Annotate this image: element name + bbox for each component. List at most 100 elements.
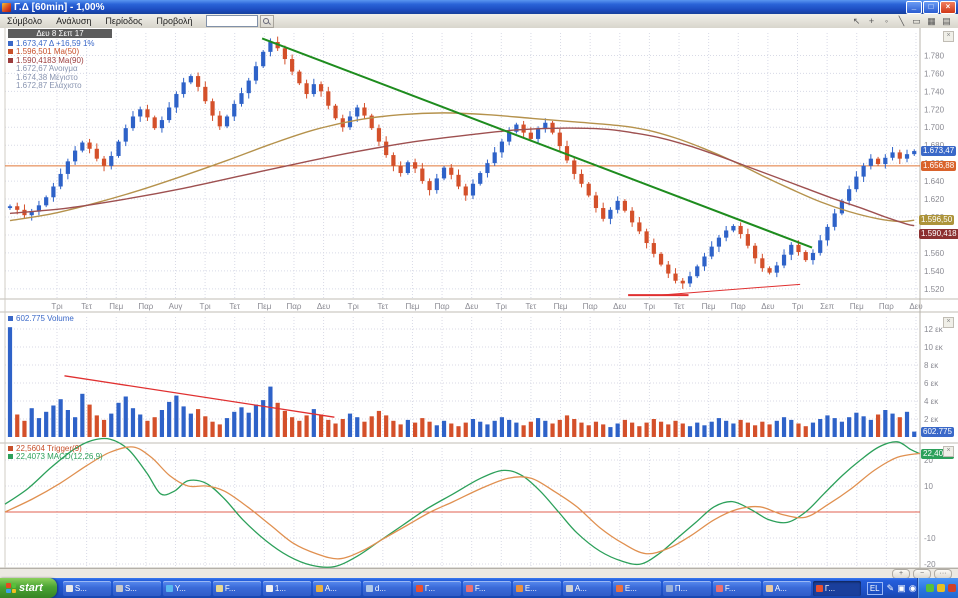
svg-text:Τρι: Τρι xyxy=(348,302,359,311)
task-icon xyxy=(666,585,673,592)
svg-text:Παρ: Παρ xyxy=(583,302,598,311)
task-icon xyxy=(716,585,723,592)
window-title: Γ.Δ [60min] - 1,00% xyxy=(14,2,104,13)
volume-badge: 602.775 xyxy=(921,427,954,437)
monitor-icon[interactable]: ▣ xyxy=(897,583,906,594)
svg-text:Πεμ: Πεμ xyxy=(850,302,864,311)
zoom-tool-icon[interactable]: ◦ xyxy=(881,16,892,27)
task-icon xyxy=(416,585,423,592)
task-icon xyxy=(216,585,223,592)
svg-text:1.640: 1.640 xyxy=(924,177,945,186)
tray-icon-2[interactable] xyxy=(948,584,956,592)
taskbar-button[interactable]: A... xyxy=(563,581,611,596)
task-icon xyxy=(516,585,523,592)
legend-row: 1.672,67 Άνοιγμα xyxy=(8,65,95,74)
app-icon xyxy=(2,3,11,12)
trendline-downtrend[interactable] xyxy=(262,38,812,247)
macd-panel-close-icon[interactable]: × xyxy=(943,446,954,457)
title-bar: Γ.Δ [60min] - 1,00% _ □ × xyxy=(0,0,958,14)
indicator-tool-icon[interactable]: ▭ xyxy=(911,16,922,27)
taskbar-button[interactable]: A... xyxy=(313,581,361,596)
svg-text:-10: -10 xyxy=(924,534,936,543)
tray-icon-0[interactable] xyxy=(926,584,934,592)
taskbar-button[interactable]: E... xyxy=(513,581,561,596)
svg-text:1.760: 1.760 xyxy=(924,69,945,78)
legend-row: 1.673,47 Δ +16,59 1% xyxy=(8,39,95,48)
svg-text:2 εκ: 2 εκ xyxy=(924,415,939,424)
language-indicator[interactable]: EL xyxy=(867,582,883,595)
task-icon xyxy=(166,585,173,592)
candles xyxy=(8,37,916,289)
task-icon xyxy=(266,585,273,592)
taskbar-button[interactable]: Y... xyxy=(163,581,211,596)
tray-icon-1[interactable] xyxy=(937,584,945,592)
start-button[interactable]: start xyxy=(0,578,57,598)
task-icon xyxy=(566,585,573,592)
svg-text:Αυγ: Αυγ xyxy=(169,302,183,311)
taskbar-button[interactable]: Γ... xyxy=(813,581,861,596)
shield-icon[interactable]: ◉ xyxy=(909,583,917,594)
price-panel-close-icon[interactable]: × xyxy=(943,31,954,42)
svg-text:Τρι: Τρι xyxy=(199,302,210,311)
taskbar-button[interactable]: F... xyxy=(463,581,511,596)
task-icon xyxy=(66,585,73,592)
taskbar-button[interactable]: 1... xyxy=(263,581,311,596)
trendline-tool-icon[interactable]: ╲ xyxy=(896,16,907,27)
svg-text:Τετ: Τετ xyxy=(377,302,389,311)
svg-text:Τρι: Τρι xyxy=(644,302,655,311)
prev-close-badge: 1.656,88 xyxy=(921,161,956,171)
svg-text:Πεμ: Πεμ xyxy=(109,302,123,311)
cursor-tool-icon[interactable]: ↖ xyxy=(851,16,862,27)
windows-flag-icon xyxy=(6,583,16,593)
svg-text:1.740: 1.740 xyxy=(924,87,945,96)
svg-text:Τρι: Τρι xyxy=(51,302,62,311)
volume-panel-close-icon[interactable]: × xyxy=(943,317,954,328)
macd-legend: 22,5604 Trigger(9) 22,4073 MACD(12,26,9) xyxy=(8,444,103,461)
taskbar-button[interactable]: Π... xyxy=(663,581,711,596)
save-tool-icon[interactable]: ▤ xyxy=(941,16,952,27)
taskbar-button[interactable]: d... xyxy=(363,581,411,596)
svg-text:Τετ: Τετ xyxy=(526,302,538,311)
svg-text:1.780: 1.780 xyxy=(924,51,945,60)
legend-row: 1.674,38 Μέγιστο xyxy=(8,73,95,82)
svg-text:Δευ: Δευ xyxy=(465,302,478,311)
legend-row: 1.590,4183 Ma(90) xyxy=(8,56,95,65)
svg-text:4 εκ: 4 εκ xyxy=(924,397,939,406)
svg-text:12 εκ: 12 εκ xyxy=(924,325,944,334)
task-icon xyxy=(466,585,473,592)
volume-bars xyxy=(8,327,916,437)
menu-item-1[interactable]: Ανάλυση xyxy=(49,15,98,27)
menu-item-0[interactable]: Σύμβολο xyxy=(0,15,49,27)
taskbar-button[interactable]: F... xyxy=(713,581,761,596)
legend-row: 1.672,87 Ελάχιστο xyxy=(8,82,95,91)
symbol-search-input[interactable] xyxy=(206,15,258,27)
pen-icon[interactable]: ✎ xyxy=(887,583,895,594)
svg-text:Τετ: Τετ xyxy=(81,302,93,311)
taskbar-button[interactable]: S... xyxy=(63,581,111,596)
taskbar-button[interactable]: A... xyxy=(763,581,811,596)
taskbar-button[interactable]: E... xyxy=(613,581,661,596)
svg-text:Δευ: Δευ xyxy=(909,302,922,311)
taskbar-button[interactable]: F... xyxy=(213,581,261,596)
svg-text:Παρ: Παρ xyxy=(286,302,301,311)
chart-canvas[interactable]: 1.7801.7601.7401.7201.7001.6801.6601.640… xyxy=(0,28,958,578)
taskbar-button[interactable]: S... xyxy=(113,581,161,596)
taskbar-button[interactable]: Γ... xyxy=(413,581,461,596)
svg-text:Πεμ: Πεμ xyxy=(405,302,419,311)
svg-text:6 εκ: 6 εκ xyxy=(924,379,939,388)
svg-text:8 εκ: 8 εκ xyxy=(924,361,939,370)
volume-legend: 602.775 Volume xyxy=(8,314,74,323)
restore-button[interactable]: □ xyxy=(923,1,939,14)
crosshair-tool-icon[interactable]: + xyxy=(866,16,877,27)
svg-text:Σεπ: Σεπ xyxy=(820,302,835,311)
search-icon[interactable] xyxy=(260,15,274,28)
trendline-support-rising[interactable] xyxy=(660,284,800,295)
grid-tool-icon[interactable]: ▦ xyxy=(926,16,937,27)
svg-text:1.720: 1.720 xyxy=(924,105,945,114)
svg-text:1.700: 1.700 xyxy=(924,123,945,132)
close-button[interactable]: × xyxy=(940,1,956,14)
minimize-button[interactable]: _ xyxy=(906,1,922,14)
menu-item-2[interactable]: Περίοδος xyxy=(98,15,149,27)
x-axis-labels: ΤριΤετΠεμΠαρΑυγΤριΤετΠεμΠαρΔευΤριΤετΠεμΠ… xyxy=(51,302,922,311)
menu-item-3[interactable]: Προβολή xyxy=(149,15,199,27)
